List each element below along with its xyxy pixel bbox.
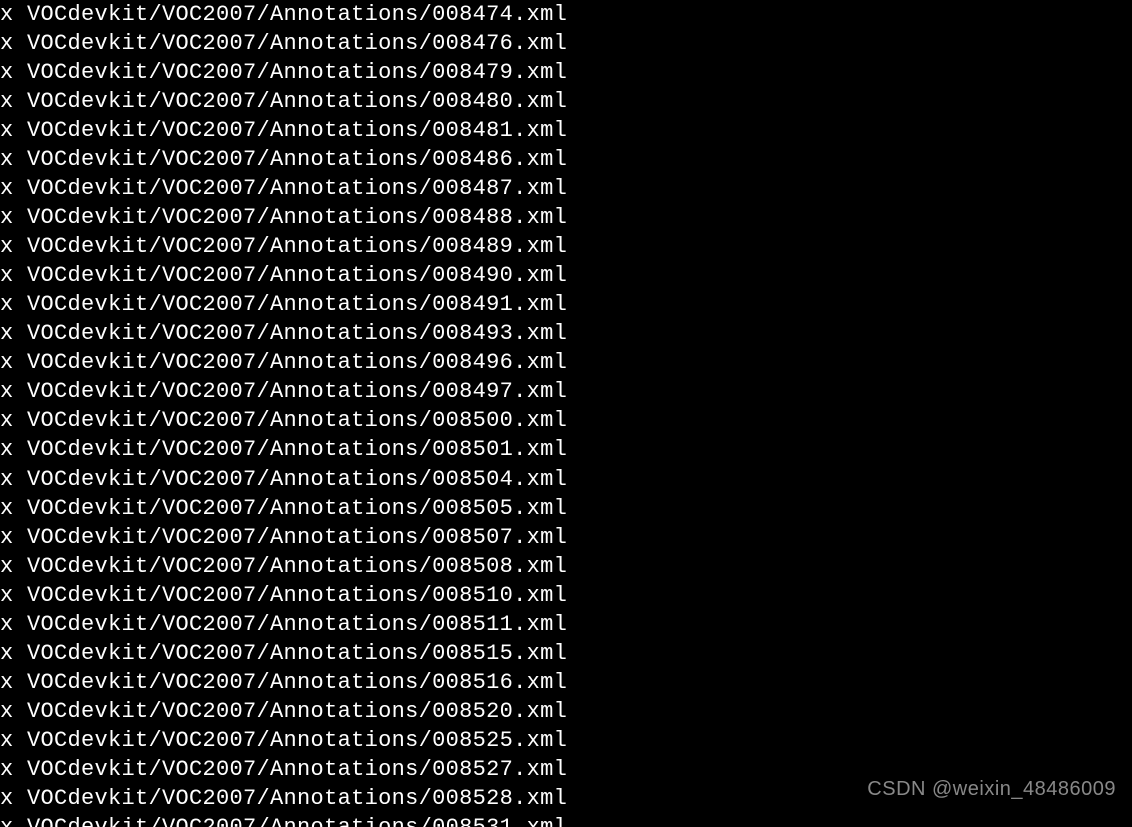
extract-prefix: x xyxy=(0,319,27,348)
file-path: VOCdevkit/VOC2007/Annotations/008528.xml xyxy=(27,784,567,813)
extract-prefix: x xyxy=(0,610,27,639)
file-path: VOCdevkit/VOC2007/Annotations/008491.xml xyxy=(27,290,567,319)
terminal-line: x VOCdevkit/VOC2007/Annotations/008525.x… xyxy=(0,726,1132,755)
extract-prefix: x xyxy=(0,29,27,58)
extract-prefix: x xyxy=(0,145,27,174)
file-path: VOCdevkit/VOC2007/Annotations/008493.xml xyxy=(27,319,567,348)
file-path: VOCdevkit/VOC2007/Annotations/008501.xml xyxy=(27,435,567,464)
extract-prefix: x xyxy=(0,552,27,581)
file-path: VOCdevkit/VOC2007/Annotations/008488.xml xyxy=(27,203,567,232)
extract-prefix: x xyxy=(0,261,27,290)
watermark-text: CSDN @weixin_48486009 xyxy=(867,776,1116,802)
extract-prefix: x xyxy=(0,435,27,464)
file-path: VOCdevkit/VOC2007/Annotations/008474.xml xyxy=(27,0,567,29)
file-path: VOCdevkit/VOC2007/Annotations/008497.xml xyxy=(27,377,567,406)
terminal-line: x VOCdevkit/VOC2007/Annotations/008491.x… xyxy=(0,290,1132,319)
file-path: VOCdevkit/VOC2007/Annotations/008525.xml xyxy=(27,726,567,755)
file-path: VOCdevkit/VOC2007/Annotations/008480.xml xyxy=(27,87,567,116)
file-path: VOCdevkit/VOC2007/Annotations/008476.xml xyxy=(27,29,567,58)
file-path: VOCdevkit/VOC2007/Annotations/008487.xml xyxy=(27,174,567,203)
extract-prefix: x xyxy=(0,406,27,435)
file-path: VOCdevkit/VOC2007/Annotations/008527.xml xyxy=(27,755,567,784)
extract-prefix: x xyxy=(0,348,27,377)
extract-prefix: x xyxy=(0,465,27,494)
extract-prefix: x xyxy=(0,784,27,813)
extract-prefix: x xyxy=(0,290,27,319)
terminal-line: x VOCdevkit/VOC2007/Annotations/008516.x… xyxy=(0,668,1132,697)
file-path: VOCdevkit/VOC2007/Annotations/008481.xml xyxy=(27,116,567,145)
file-path: VOCdevkit/VOC2007/Annotations/008500.xml xyxy=(27,406,567,435)
terminal-line: x VOCdevkit/VOC2007/Annotations/008474.x… xyxy=(0,0,1132,29)
file-path: VOCdevkit/VOC2007/Annotations/008496.xml xyxy=(27,348,567,377)
terminal-line: x VOCdevkit/VOC2007/Annotations/008481.x… xyxy=(0,116,1132,145)
terminal-line: x VOCdevkit/VOC2007/Annotations/008489.x… xyxy=(0,232,1132,261)
file-path: VOCdevkit/VOC2007/Annotations/008505.xml xyxy=(27,494,567,523)
extract-prefix: x xyxy=(0,87,27,116)
terminal-output: x VOCdevkit/VOC2007/Annotations/008474.x… xyxy=(0,0,1132,827)
terminal-line: x VOCdevkit/VOC2007/Annotations/008476.x… xyxy=(0,29,1132,58)
extract-prefix: x xyxy=(0,203,27,232)
terminal-line: x VOCdevkit/VOC2007/Annotations/008500.x… xyxy=(0,406,1132,435)
terminal-line: x VOCdevkit/VOC2007/Annotations/008520.x… xyxy=(0,697,1132,726)
terminal-line: x VOCdevkit/VOC2007/Annotations/008486.x… xyxy=(0,145,1132,174)
terminal-line: x VOCdevkit/VOC2007/Annotations/008515.x… xyxy=(0,639,1132,668)
terminal-line: x VOCdevkit/VOC2007/Annotations/008496.x… xyxy=(0,348,1132,377)
extract-prefix: x xyxy=(0,232,27,261)
terminal-line: x VOCdevkit/VOC2007/Annotations/008510.x… xyxy=(0,581,1132,610)
file-path: VOCdevkit/VOC2007/Annotations/008511.xml xyxy=(27,610,567,639)
terminal-line: x VOCdevkit/VOC2007/Annotations/008497.x… xyxy=(0,377,1132,406)
extract-prefix: x xyxy=(0,523,27,552)
terminal-line: x VOCdevkit/VOC2007/Annotations/008480.x… xyxy=(0,87,1132,116)
terminal-line: x VOCdevkit/VOC2007/Annotations/008488.x… xyxy=(0,203,1132,232)
terminal-line: x VOCdevkit/VOC2007/Annotations/008507.x… xyxy=(0,523,1132,552)
terminal-line: x VOCdevkit/VOC2007/Annotations/008493.x… xyxy=(0,319,1132,348)
file-path: VOCdevkit/VOC2007/Annotations/008516.xml xyxy=(27,668,567,697)
extract-prefix: x xyxy=(0,668,27,697)
file-path: VOCdevkit/VOC2007/Annotations/008515.xml xyxy=(27,639,567,668)
extract-prefix: x xyxy=(0,494,27,523)
extract-prefix: x xyxy=(0,697,27,726)
file-path: VOCdevkit/VOC2007/Annotations/008520.xml xyxy=(27,697,567,726)
terminal-line: x VOCdevkit/VOC2007/Annotations/008511.x… xyxy=(0,610,1132,639)
terminal-line: x VOCdevkit/VOC2007/Annotations/008508.x… xyxy=(0,552,1132,581)
terminal-line: x VOCdevkit/VOC2007/Annotations/008479.x… xyxy=(0,58,1132,87)
extract-prefix: x xyxy=(0,377,27,406)
terminal-line: x VOCdevkit/VOC2007/Annotations/008501.x… xyxy=(0,435,1132,464)
file-path: VOCdevkit/VOC2007/Annotations/008486.xml xyxy=(27,145,567,174)
extract-prefix: x xyxy=(0,58,27,87)
terminal-line: x VOCdevkit/VOC2007/Annotations/008504.x… xyxy=(0,465,1132,494)
file-path: VOCdevkit/VOC2007/Annotations/008490.xml xyxy=(27,261,567,290)
file-path: VOCdevkit/VOC2007/Annotations/008479.xml xyxy=(27,58,567,87)
file-path: VOCdevkit/VOC2007/Annotations/008489.xml xyxy=(27,232,567,261)
extract-prefix: x xyxy=(0,581,27,610)
extract-prefix: x xyxy=(0,116,27,145)
terminal-line: x VOCdevkit/VOC2007/Annotations/008487.x… xyxy=(0,174,1132,203)
file-path: VOCdevkit/VOC2007/Annotations/008508.xml xyxy=(27,552,567,581)
terminal-line: x VOCdevkit/VOC2007/Annotations/008490.x… xyxy=(0,261,1132,290)
extract-prefix: x xyxy=(0,0,27,29)
file-path: VOCdevkit/VOC2007/Annotations/008507.xml xyxy=(27,523,567,552)
terminal-line: x VOCdevkit/VOC2007/Annotations/008505.x… xyxy=(0,494,1132,523)
file-path: VOCdevkit/VOC2007/Annotations/008510.xml xyxy=(27,581,567,610)
extract-prefix: x xyxy=(0,639,27,668)
file-path: VOCdevkit/VOC2007/Annotations/008504.xml xyxy=(27,465,567,494)
extract-prefix: x xyxy=(0,755,27,784)
extract-prefix: x xyxy=(0,174,27,203)
extract-prefix: x xyxy=(0,726,27,755)
